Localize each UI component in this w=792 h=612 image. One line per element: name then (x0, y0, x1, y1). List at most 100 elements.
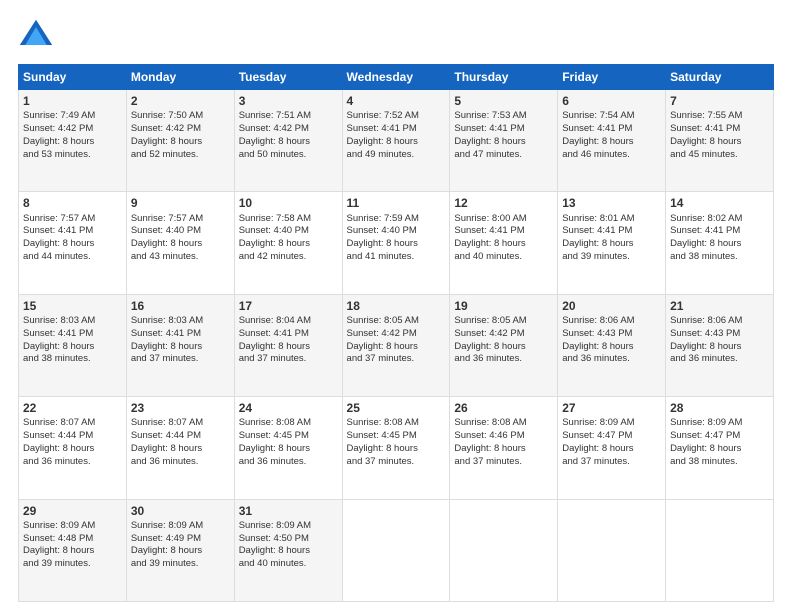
day-number: 30 (131, 503, 230, 519)
day-number: 9 (131, 195, 230, 211)
sunrise-label: Sunrise: 8:08 AM (239, 417, 311, 428)
sunset-label: Sunset: 4:41 PM (131, 328, 201, 339)
header-row: SundayMondayTuesdayWednesdayThursdayFrid… (19, 65, 774, 90)
calendar-cell: 21Sunrise: 8:06 AMSunset: 4:43 PMDayligh… (666, 294, 774, 396)
sunrise-label: Sunrise: 8:08 AM (347, 417, 419, 428)
calendar-cell: 29Sunrise: 8:09 AMSunset: 4:48 PMDayligh… (19, 499, 127, 601)
sunset-label: Sunset: 4:41 PM (23, 328, 93, 339)
sunrise-label: Sunrise: 7:55 AM (670, 110, 742, 121)
calendar-cell: 12Sunrise: 8:00 AMSunset: 4:41 PMDayligh… (450, 192, 558, 294)
day-number: 15 (23, 298, 122, 314)
calendar-cell (450, 499, 558, 601)
sunrise-label: Sunrise: 8:09 AM (562, 417, 634, 428)
calendar-cell (342, 499, 450, 601)
daylight-label: Daylight: 8 hoursand 38 minutes. (670, 443, 741, 467)
weekday-header-wednesday: Wednesday (342, 65, 450, 90)
sunset-label: Sunset: 4:42 PM (347, 328, 417, 339)
calendar-cell: 1Sunrise: 7:49 AMSunset: 4:42 PMDaylight… (19, 90, 127, 192)
calendar-week-1: 1Sunrise: 7:49 AMSunset: 4:42 PMDaylight… (19, 90, 774, 192)
daylight-label: Daylight: 8 hoursand 36 minutes. (23, 443, 94, 467)
calendar-week-4: 22Sunrise: 8:07 AMSunset: 4:44 PMDayligh… (19, 397, 774, 499)
weekday-header-friday: Friday (558, 65, 666, 90)
sunrise-label: Sunrise: 8:09 AM (670, 417, 742, 428)
sunset-label: Sunset: 4:45 PM (239, 430, 309, 441)
day-number: 12 (454, 195, 553, 211)
calendar-body: 1Sunrise: 7:49 AMSunset: 4:42 PMDaylight… (19, 90, 774, 602)
calendar-cell: 24Sunrise: 8:08 AM Sunset: 4:45 PM Dayligh… (234, 397, 342, 499)
day-number: 7 (670, 93, 769, 109)
calendar-cell: 28Sunrise: 8:09 AMSunset: 4:47 PMDayligh… (666, 397, 774, 499)
daylight-label: Daylight: 8 hoursand 41 minutes. (347, 238, 418, 262)
daylight-label: Daylight: 8 hoursand 37 minutes. (131, 341, 202, 365)
sunrise-label: Sunrise: 8:05 AM (454, 315, 526, 326)
daylight-label: Daylight: 8 hoursand 43 minutes. (131, 238, 202, 262)
calendar-cell: 25Sunrise: 8:08 AMSunset: 4:45 PMDayligh… (342, 397, 450, 499)
day-number: 26 (454, 400, 553, 416)
day-number: 17 (239, 298, 338, 314)
daylight-label: Daylight: 8 hoursand 38 minutes. (23, 341, 94, 365)
calendar-header: SundayMondayTuesdayWednesdayThursdayFrid… (19, 65, 774, 90)
daylight-label: Daylight: 8 hoursand 49 minutes. (347, 136, 418, 160)
sunset-label: Sunset: 4:41 PM (239, 328, 309, 339)
daylight-label: Daylight: 8 hoursand 37 minutes. (347, 443, 418, 467)
calendar-cell: 17Sunrise: 8:04 AM Sunset: 4:41 PM Dayligh… (234, 294, 342, 396)
calendar-cell: 23Sunrise: 8:07 AMSunset: 4:44 PMDayligh… (126, 397, 234, 499)
sunrise-label: Sunrise: 8:04 AM (239, 315, 311, 326)
calendar-cell: 5Sunrise: 7:53 AMSunset: 4:41 PMDaylight… (450, 90, 558, 192)
logo (18, 18, 58, 54)
calendar-cell (558, 499, 666, 601)
calendar-cell: 15Sunrise: 8:03 AM Sunset: 4:41 PM Dayligh… (19, 294, 127, 396)
daylight-label: Daylight: 8 hoursand 37 minutes. (454, 443, 525, 467)
sunset-label: Sunset: 4:50 PM (239, 533, 309, 544)
daylight-label: Daylight: 8 hoursand 39 minutes. (131, 545, 202, 569)
sunset-label: Sunset: 4:42 PM (454, 328, 524, 339)
daylight-label: Daylight: 8 hoursand 36 minutes. (239, 443, 310, 467)
calendar-cell: 6Sunrise: 7:54 AMSunset: 4:41 PMDaylight… (558, 90, 666, 192)
calendar-cell: 14Sunrise: 8:02 AMSunset: 4:41 PMDayligh… (666, 192, 774, 294)
day-number: 11 (347, 195, 446, 211)
daylight-label: Daylight: 8 hoursand 39 minutes. (23, 545, 94, 569)
day-number: 19 (454, 298, 553, 314)
logo-icon (18, 18, 54, 54)
day-number: 2 (131, 93, 230, 109)
daylight-label: Daylight: 8 hoursand 40 minutes. (239, 545, 310, 569)
header (18, 18, 774, 54)
daylight-label: Daylight: 8 hoursand 37 minutes. (239, 341, 310, 365)
sunset-label: Sunset: 4:49 PM (131, 533, 201, 544)
calendar-cell: 3Sunrise: 7:51 AMSunset: 4:42 PMDaylight… (234, 90, 342, 192)
sunrise-label: Sunrise: 7:52 AM (347, 110, 419, 121)
sunset-label: Sunset: 4:44 PM (131, 430, 201, 441)
calendar-cell: 11Sunrise: 7:59 AMSunset: 4:40 PMDayligh… (342, 192, 450, 294)
weekday-header-sunday: Sunday (19, 65, 127, 90)
sunset-label: Sunset: 4:40 PM (347, 225, 417, 236)
calendar-cell: 26Sunrise: 8:08 AMSunset: 4:46 PMDayligh… (450, 397, 558, 499)
day-number: 4 (347, 93, 446, 109)
sunset-label: Sunset: 4:42 PM (131, 123, 201, 134)
sunset-label: Sunset: 4:42 PM (239, 123, 309, 134)
day-number: 18 (347, 298, 446, 314)
sunrise-label: Sunrise: 7:49 AM (23, 110, 95, 121)
day-number: 8 (23, 195, 122, 211)
daylight-label: Daylight: 8 hoursand 40 minutes. (454, 238, 525, 262)
day-number: 6 (562, 93, 661, 109)
daylight-label: Daylight: 8 hoursand 50 minutes. (239, 136, 310, 160)
sunrise-label: Sunrise: 8:06 AM (562, 315, 634, 326)
sunrise-label: Sunrise: 8:00 AM (454, 213, 526, 224)
day-number: 29 (23, 503, 122, 519)
day-number: 24 (239, 400, 338, 416)
sunset-label: Sunset: 4:41 PM (454, 123, 524, 134)
daylight-label: Daylight: 8 hoursand 53 minutes. (23, 136, 94, 160)
sunrise-label: Sunrise: 8:03 AM (23, 315, 95, 326)
daylight-label: Daylight: 8 hoursand 46 minutes. (562, 136, 633, 160)
calendar-cell: 22Sunrise: 8:07 AMSunset: 4:44 PMDayligh… (19, 397, 127, 499)
calendar-cell: 27Sunrise: 8:09 AMSunset: 4:47 PMDayligh… (558, 397, 666, 499)
daylight-label: Daylight: 8 hoursand 44 minutes. (23, 238, 94, 262)
sunrise-label: Sunrise: 8:03 AM (131, 315, 203, 326)
weekday-header-thursday: Thursday (450, 65, 558, 90)
calendar-cell: 9Sunrise: 7:57 AMSunset: 4:40 PMDaylight… (126, 192, 234, 294)
sunrise-label: Sunrise: 7:57 AM (23, 213, 95, 224)
sunrise-label: Sunrise: 7:57 AM (131, 213, 203, 224)
day-number: 5 (454, 93, 553, 109)
calendar-cell: 30Sunrise: 8:09 AMSunset: 4:49 PMDayligh… (126, 499, 234, 601)
daylight-label: Daylight: 8 hoursand 39 minutes. (562, 238, 633, 262)
